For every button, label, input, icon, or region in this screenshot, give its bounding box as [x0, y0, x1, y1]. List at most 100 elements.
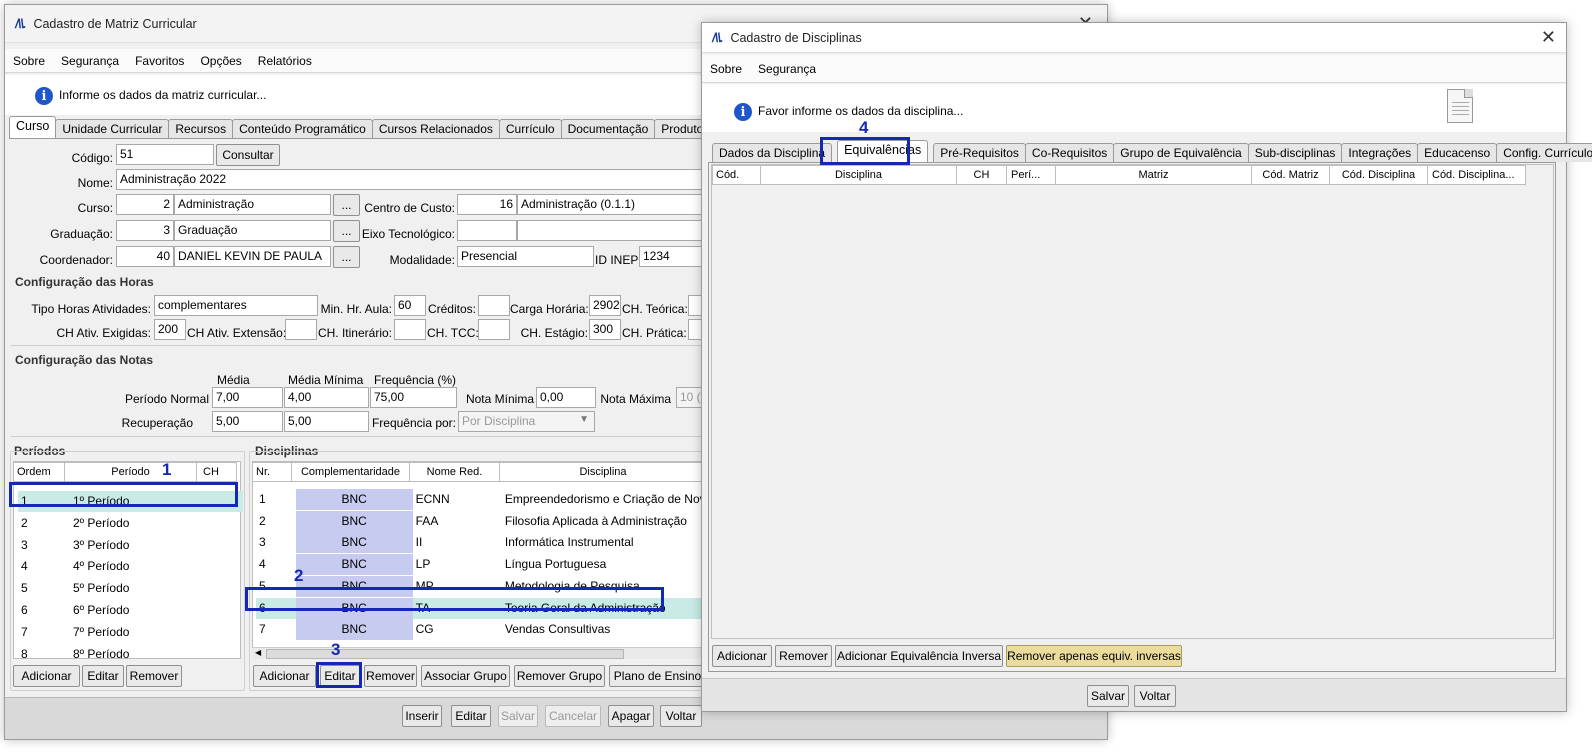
disc-voltar-button[interactable]: Voltar	[1134, 685, 1176, 707]
tab-curriculo[interactable]: Currículo	[498, 119, 562, 138]
main-voltar-button[interactable]: Voltar	[660, 705, 702, 727]
coordenador-lookup-button[interactable]: ...	[333, 246, 360, 268]
table-row[interactable]: 5 5º Período	[18, 578, 243, 599]
tab-sub-disciplinas[interactable]: Sub-disciplinas	[1247, 143, 1343, 162]
tab-grupo-equivalencia[interactable]: Grupo de Equivalência	[1113, 143, 1249, 162]
associar-grupo-button[interactable]: Associar Grupo	[421, 665, 510, 687]
tab-integracoes[interactable]: Integrações	[1341, 143, 1419, 162]
table-row[interactable]: 3 3º Período	[18, 535, 243, 556]
disc-menu-seguranca[interactable]: Segurança	[750, 62, 824, 76]
freq-por-select[interactable]: Por Disciplina ▼	[458, 411, 595, 432]
equiv-remove-button[interactable]: Remover	[775, 645, 832, 667]
periodo-remove-button[interactable]: Remover	[126, 665, 182, 687]
tab-recursos[interactable]: Recursos	[168, 119, 234, 138]
disc-salvar-button[interactable]: Salvar	[1087, 685, 1129, 707]
tab-educacenso[interactable]: Educacenso	[1417, 143, 1498, 162]
main-editar-button[interactable]: Editar	[451, 705, 491, 727]
table-row[interactable]: 7 7º Período	[18, 622, 243, 643]
min-hr-field[interactable]: 60	[394, 295, 426, 316]
table-row[interactable]: 4 BNC LP Língua Portuguesa	[256, 554, 706, 576]
tab-documentacao[interactable]: Documentação	[560, 119, 656, 138]
col-ordem[interactable]: Ordem	[13, 462, 65, 482]
codigo-field[interactable]: 51	[116, 144, 214, 165]
col-periodo[interactable]: Perí...	[1007, 165, 1056, 185]
creditos-field[interactable]	[478, 295, 510, 316]
col-cod-disciplina[interactable]: Cód. Disciplina	[1330, 165, 1428, 185]
main-salvar-button[interactable]: Salvar	[498, 705, 538, 727]
menu-relatorios[interactable]: Relatórios	[250, 54, 320, 68]
menu-favoritos[interactable]: Favoritos	[127, 54, 192, 68]
coordenador-field[interactable]: DANIEL KEVIN DE PAULA	[174, 246, 331, 267]
carga-field[interactable]: 2902	[589, 295, 621, 316]
tab-cursos-relacionados[interactable]: Cursos Relacionados	[371, 119, 500, 138]
centro-custo-code-field[interactable]: 16	[457, 194, 517, 215]
disciplinas-scrollbar[interactable]: ◀	[252, 647, 707, 659]
pn-media-min-field[interactable]: 4,00	[284, 387, 369, 408]
graduacao-code-field[interactable]: 3	[116, 220, 174, 241]
ch-tcc-field[interactable]	[478, 319, 510, 340]
disc-remove-button[interactable]: Remover	[364, 665, 417, 687]
tab-conteudo[interactable]: Conteúdo Programático	[232, 119, 373, 138]
table-row[interactable]: 2 2º Período	[18, 513, 243, 534]
tab-co-requisitos[interactable]: Co-Requisitos	[1024, 143, 1115, 162]
centro-custo-field[interactable]: Administração (0.1.1)	[517, 194, 712, 215]
col-cod-matriz[interactable]: Cód. Matriz	[1252, 165, 1330, 185]
inserir-button[interactable]: Inserir	[402, 705, 442, 727]
menu-sobre[interactable]: Sobre	[5, 54, 53, 68]
consultar-button[interactable]: Consultar	[216, 144, 280, 166]
col-periodo[interactable]: Período	[65, 462, 197, 482]
col-cod-disciplina-2[interactable]: Cód. Disciplina...	[1428, 165, 1526, 185]
equiv-add-button[interactable]: Adicionar	[712, 645, 772, 667]
tab-unidade-curricular[interactable]: Unidade Curricular	[55, 119, 170, 138]
table-row[interactable]: 7 BNC CG Vendas Consultivas	[256, 619, 706, 641]
tab-dados-disciplina[interactable]: Dados da Disciplina	[712, 143, 833, 162]
pn-media-field[interactable]: 7,00	[212, 387, 283, 408]
scroll-left-icon[interactable]: ◀	[255, 648, 261, 657]
nome-field[interactable]: Administração 2022	[116, 169, 712, 190]
tab-curso[interactable]: Curso	[9, 116, 57, 138]
table-row[interactable]: 8 8º Período	[18, 644, 243, 665]
col-ch[interactable]: CH	[197, 462, 237, 482]
disc-add-button[interactable]: Adicionar	[253, 665, 316, 687]
tab-config-curriculo[interactable]: Config. Currículo	[1496, 143, 1592, 162]
col-complementaridade[interactable]: Complementaridade	[292, 462, 410, 482]
col-ch[interactable]: CH	[957, 165, 1007, 185]
disc-menu-sobre[interactable]: Sobre	[702, 62, 750, 76]
curso-lookup-button[interactable]: ...	[333, 194, 360, 216]
cancelar-button[interactable]: Cancelar	[545, 705, 601, 727]
eixo-field[interactable]	[517, 220, 712, 241]
table-row[interactable]: 4 4º Período	[18, 556, 243, 577]
pn-freq-field[interactable]: 75,00	[370, 387, 457, 408]
table-row[interactable]: 3 BNC II Informática Instrumental	[256, 532, 706, 554]
tab-pre-requisitos[interactable]: Pré-Requisitos	[933, 143, 1026, 162]
col-nome-red[interactable]: Nome Red.	[410, 462, 500, 482]
ch-itin-field[interactable]	[394, 319, 426, 340]
apagar-button[interactable]: Apagar	[608, 705, 654, 727]
tipo-horas-field[interactable]: complementares	[154, 295, 318, 316]
plano-ensino-button[interactable]: Plano de Ensino	[609, 665, 706, 687]
ch-estagio-field[interactable]: 300	[589, 319, 621, 340]
table-row[interactable]: 2 BNC FAA Filosofia Aplicada à Administraçã…	[256, 510, 706, 532]
add-equiv-inversa-button[interactable]: Adicionar Equivalência Inversa	[835, 645, 1003, 667]
table-row[interactable]: 1 BNC ECNN Empreendedorismo e Criação de No…	[256, 489, 706, 510]
eixo-code-field[interactable]	[457, 220, 517, 241]
close-icon[interactable]: ✕	[1541, 27, 1556, 48]
ch-ativ-field[interactable]: 200	[154, 319, 186, 340]
menu-seguranca[interactable]: Segurança	[53, 54, 127, 68]
col-nr[interactable]: Nr.	[252, 462, 292, 482]
graduacao-lookup-button[interactable]: ...	[333, 220, 360, 242]
rec-media-min-field[interactable]: 5,00	[284, 411, 369, 432]
periodo-add-button[interactable]: Adicionar	[13, 665, 80, 687]
rec-media-field[interactable]: 5,00	[212, 411, 283, 432]
col-matriz[interactable]: Matriz	[1056, 165, 1252, 185]
remove-equiv-inversas-button[interactable]: Remover apenas equiv. inversas	[1006, 645, 1182, 667]
modalidade-field[interactable]: Presencial	[457, 246, 594, 267]
curso-field[interactable]: Administração	[174, 194, 331, 215]
table-row[interactable]: 6 6º Período	[18, 600, 243, 621]
coordenador-code-field[interactable]: 40	[116, 246, 174, 267]
curso-code-field[interactable]: 2	[116, 194, 174, 215]
scroll-thumb[interactable]	[266, 649, 624, 659]
nota-min-field[interactable]: 0,00	[536, 387, 596, 408]
menu-opcoes[interactable]: Opções	[192, 54, 249, 68]
col-disciplina[interactable]: Disciplina	[761, 165, 957, 185]
